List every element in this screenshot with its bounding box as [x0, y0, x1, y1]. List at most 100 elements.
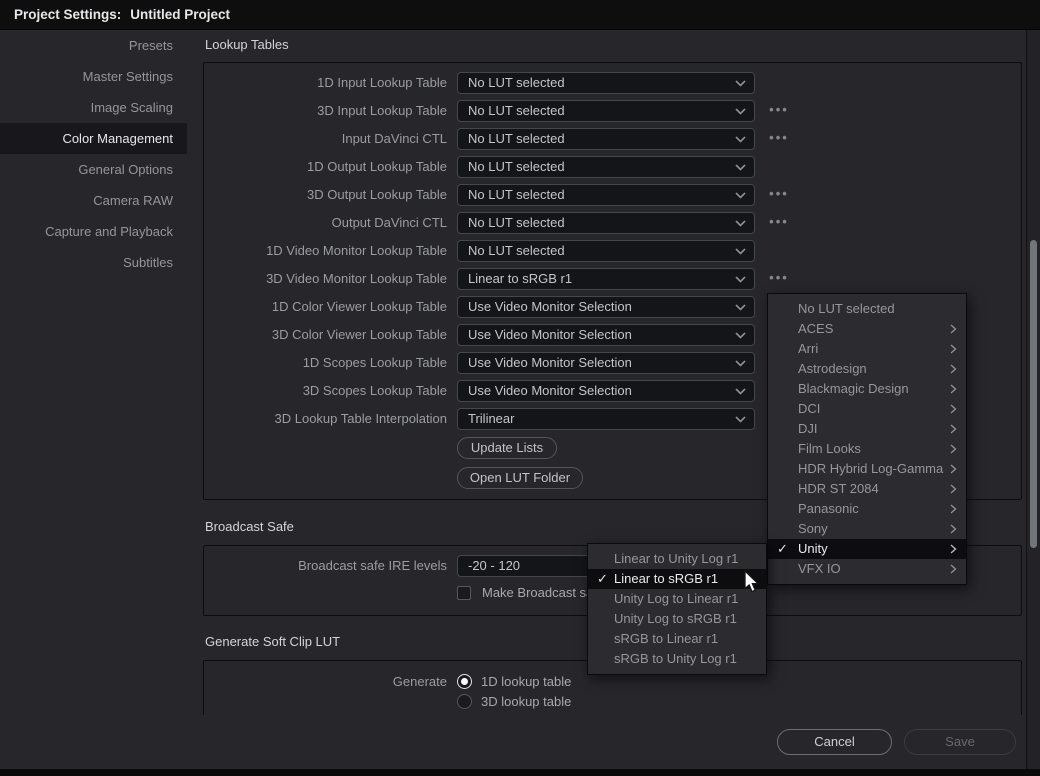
sidebar-item-general-options[interactable]: General Options — [0, 154, 187, 185]
1d-color-viewer-lut-dropdown[interactable]: Use Video Monitor Selection — [457, 296, 755, 318]
make-broadcast-safe-checkbox[interactable] — [457, 586, 471, 600]
menu-item-aces[interactable]: ACES — [768, 319, 966, 339]
dropdown-value: Use Video Monitor Selection — [468, 381, 729, 401]
options-dots-button[interactable]: ••• — [762, 100, 796, 122]
chevron-down-icon — [735, 276, 746, 283]
chevron-down-icon — [735, 416, 746, 423]
bottom-strip — [0, 769, 1040, 776]
submenu-item-linear-to-unity-log-r1[interactable]: Linear to Unity Log r1 — [588, 549, 766, 569]
menu-item-astrodesign[interactable]: Astrodesign — [768, 359, 966, 379]
row-label-1d-input-lut: 1D Input Lookup Table — [203, 69, 447, 97]
3d-lut-interpolation-dropdown[interactable]: Trilinear — [457, 408, 755, 430]
sidebar-item-capture-and-playback[interactable]: Capture and Playback — [0, 216, 187, 247]
menu-item-dci[interactable]: DCI — [768, 399, 966, 419]
input-davinci-ctl-dropdown[interactable]: No LUT selected — [457, 128, 755, 150]
dropdown-value: Linear to sRGB r1 — [468, 269, 729, 289]
chevron-down-icon — [735, 80, 746, 87]
menu-item-hdr-hybrid-log-gamma[interactable]: HDR Hybrid Log-Gamma — [768, 459, 966, 479]
chevron-right-icon — [950, 564, 957, 574]
menu-item-vfx-io[interactable]: VFX IO — [768, 559, 966, 579]
scrollbar-thumb[interactable] — [1030, 240, 1037, 548]
row-label-3d-video-monitor-lut: 3D Video Monitor Lookup Table — [203, 265, 447, 293]
title-bar: Project Settings: Untitled Project — [0, 0, 1040, 30]
section-title-lookup-tables: Lookup Tables — [205, 37, 289, 53]
chevron-down-icon — [735, 248, 746, 255]
section-title-generate-soft-clip-lut: Generate Soft Clip LUT — [205, 634, 340, 650]
chevron-down-icon — [735, 360, 746, 367]
menu-item-unity[interactable]: ✓Unity — [768, 539, 966, 559]
sidebar-item-image-scaling[interactable]: Image Scaling — [0, 92, 187, 123]
dropdown-value: No LUT selected — [468, 73, 729, 93]
dropdown-value: No LUT selected — [468, 129, 729, 149]
1d-scopes-lut-dropdown[interactable]: Use Video Monitor Selection — [457, 352, 755, 374]
options-dots-button[interactable]: ••• — [762, 212, 796, 234]
project-settings-window: { "window": { "title_label": "Project Se… — [0, 0, 1040, 776]
section-title-broadcast-safe: Broadcast Safe — [205, 519, 294, 535]
menu-item-film-looks[interactable]: Film Looks — [768, 439, 966, 459]
cancel-button[interactable]: Cancel — [777, 729, 892, 755]
radio-3d-lookup-table[interactable] — [457, 694, 472, 709]
chevron-down-icon — [735, 332, 746, 339]
menu-item-arri[interactable]: Arri — [768, 339, 966, 359]
3d-input-lut-dropdown[interactable]: No LUT selected — [457, 100, 755, 122]
chevron-down-icon — [735, 220, 746, 227]
chevron-right-icon — [950, 524, 957, 534]
chevron-right-icon — [950, 424, 957, 434]
chevron-right-icon — [950, 404, 957, 414]
submenu-item-unity-log-to-srgb-r1[interactable]: Unity Log to sRGB r1 — [588, 609, 766, 629]
submenu-item-srgb-to-unity-log-r1[interactable]: sRGB to Unity Log r1 — [588, 649, 766, 669]
submenu-item-srgb-to-linear-r1[interactable]: sRGB to Linear r1 — [588, 629, 766, 649]
sidebar-item-subtitles[interactable]: Subtitles — [0, 247, 187, 278]
1d-input-lut-dropdown[interactable]: No LUT selected — [457, 72, 755, 94]
dropdown-value: Use Video Monitor Selection — [468, 297, 729, 317]
sidebar-item-master-settings[interactable]: Master Settings — [0, 61, 187, 92]
row-label-3d-output-lut: 3D Output Lookup Table — [203, 181, 447, 209]
save-button[interactable]: Save — [904, 729, 1016, 755]
chevron-right-icon — [950, 484, 957, 494]
submenu-item-unity-log-to-linear-r1[interactable]: Unity Log to Linear r1 — [588, 589, 766, 609]
menu-item-no-lut-selected[interactable]: No LUT selected — [768, 299, 966, 319]
menu-item-dji[interactable]: DJI — [768, 419, 966, 439]
sidebar-item-color-management[interactable]: Color Management — [0, 123, 187, 154]
chevron-right-icon — [950, 504, 957, 514]
row-label-3d-input-lut: 3D Input Lookup Table — [203, 97, 447, 125]
radio-3d-lookup-table-label: 3D lookup table — [481, 688, 571, 716]
chevron-right-icon — [950, 444, 957, 454]
unity-lut-submenu: Linear to Unity Log r1 ✓Linear to sRGB r… — [587, 543, 767, 675]
lut-category-menu: No LUT selected ACES Arri Astrodesign Bl… — [767, 293, 967, 585]
3d-output-lut-dropdown[interactable]: No LUT selected — [457, 184, 755, 206]
sidebar-item-camera-raw[interactable]: Camera RAW — [0, 185, 187, 216]
menu-item-sony[interactable]: Sony — [768, 519, 966, 539]
check-icon: ✓ — [777, 539, 795, 559]
output-davinci-ctl-dropdown[interactable]: No LUT selected — [457, 212, 755, 234]
chevron-down-icon — [735, 108, 746, 115]
chevron-right-icon — [950, 544, 957, 554]
options-dots-button[interactable]: ••• — [762, 184, 796, 206]
check-icon: ✓ — [597, 569, 615, 589]
row-label-input-davinci-ctl: Input DaVinci CTL — [203, 125, 447, 153]
update-lists-button[interactable]: Update Lists — [457, 437, 557, 459]
chevron-down-icon — [735, 304, 746, 311]
menu-item-blackmagic-design[interactable]: Blackmagic Design — [768, 379, 966, 399]
dropdown-value: Trilinear — [468, 409, 729, 429]
open-lut-folder-button[interactable]: Open LUT Folder — [457, 467, 583, 489]
dropdown-value: Use Video Monitor Selection — [468, 353, 729, 373]
chevron-down-icon — [735, 136, 746, 143]
3d-scopes-lut-dropdown[interactable]: Use Video Monitor Selection — [457, 380, 755, 402]
window-title-project-name: Untitled Project — [130, 7, 230, 22]
menu-item-panasonic[interactable]: Panasonic — [768, 499, 966, 519]
menu-item-hdr-st-2084[interactable]: HDR ST 2084 — [768, 479, 966, 499]
sidebar-item-presets[interactable]: Presets — [0, 30, 187, 61]
submenu-item-linear-to-srgb-r1[interactable]: ✓Linear to sRGB r1 — [588, 569, 766, 589]
dropdown-value: No LUT selected — [468, 185, 729, 205]
1d-video-monitor-lut-dropdown[interactable]: No LUT selected — [457, 240, 755, 262]
3d-color-viewer-lut-dropdown[interactable]: Use Video Monitor Selection — [457, 324, 755, 346]
options-dots-button[interactable]: ••• — [762, 128, 796, 150]
dropdown-value: No LUT selected — [468, 213, 729, 233]
row-label-generate: Generate — [203, 668, 447, 696]
3d-video-monitor-lut-dropdown[interactable]: Linear to sRGB r1 — [457, 268, 755, 290]
radio-1d-lookup-table[interactable] — [457, 674, 472, 689]
1d-output-lut-dropdown[interactable]: No LUT selected — [457, 156, 755, 178]
chevron-right-icon — [950, 384, 957, 394]
options-dots-button[interactable]: ••• — [762, 268, 796, 290]
